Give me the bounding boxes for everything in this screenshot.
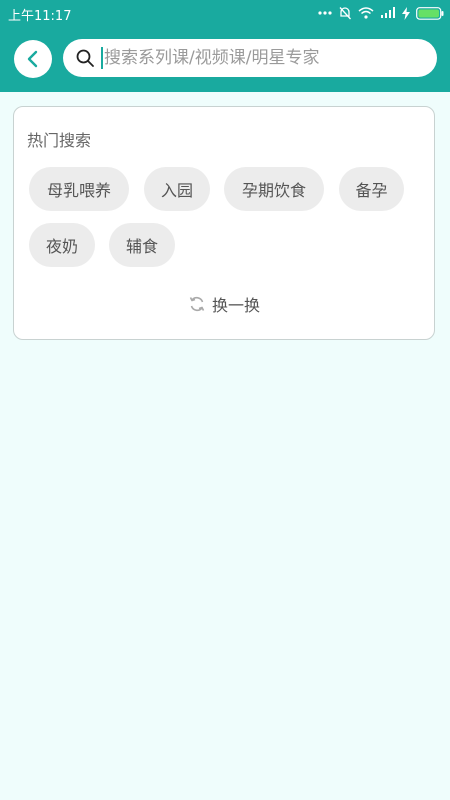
signal-icon	[381, 7, 395, 18]
chevron-left-icon	[27, 50, 38, 68]
wifi-icon	[358, 7, 374, 19]
hot-tag-4[interactable]: 夜奶	[29, 223, 95, 267]
more-dots-icon	[318, 11, 332, 15]
status-time: 上午11:17	[8, 9, 72, 24]
search-header	[0, 26, 450, 92]
hot-search-title: 热门搜索	[27, 131, 92, 150]
status-icons	[318, 4, 444, 22]
hot-search-card: 热门搜索 母乳喂养 入园 孕期饮食 备孕 夜奶 辅食 换一换	[13, 106, 435, 340]
hot-tag-2[interactable]: 孕期饮食	[224, 167, 324, 211]
hot-tag-3[interactable]: 备孕	[339, 167, 404, 211]
refresh-button[interactable]: 换一换	[14, 292, 434, 316]
back-button[interactable]	[14, 40, 52, 78]
search-input[interactable]	[103, 48, 424, 68]
refresh-icon	[189, 296, 205, 312]
charging-icon	[402, 6, 410, 20]
refresh-label: 换一换	[211, 296, 260, 315]
search-box[interactable]	[63, 39, 437, 77]
hot-tag-0[interactable]: 母乳喂养	[29, 167, 129, 211]
hot-tag-1[interactable]: 入园	[144, 167, 210, 211]
bell-muted-icon	[339, 7, 351, 20]
hot-tag-5[interactable]: 辅食	[109, 223, 175, 267]
battery-icon	[416, 6, 444, 20]
status-bar: 上午11:17	[0, 0, 450, 26]
search-icon	[75, 48, 95, 68]
